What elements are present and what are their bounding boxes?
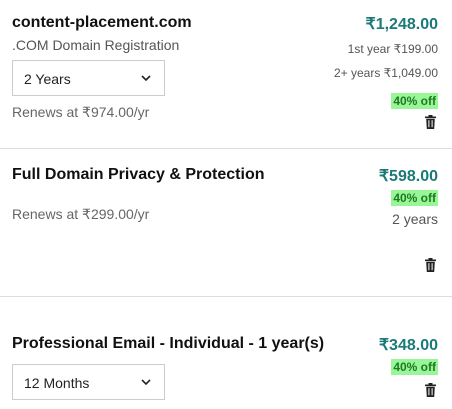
trash-icon[interactable]: [425, 115, 436, 129]
trash-icon[interactable]: [425, 258, 436, 272]
item-term: 2 years: [392, 211, 438, 227]
first-year-price: 1st year ₹199.00: [347, 42, 438, 56]
term-select[interactable]: 12 Months: [12, 364, 165, 400]
discount-badge: 40% off: [391, 359, 438, 375]
chevron-down-icon: [141, 75, 151, 82]
term-select-value: 12 Months: [24, 375, 90, 391]
item-title: content-placement.com: [12, 14, 192, 31]
cart-item-email: Professional Email - Individual - 1 year…: [0, 297, 452, 409]
renewal-price: Renews at ₹299.00/yr: [12, 206, 150, 222]
renewal-price: Renews at ₹974.00/yr: [12, 104, 150, 120]
cart-item-privacy: Full Domain Privacy & Protection Renews …: [0, 149, 452, 296]
item-title: Professional Email - Individual - 1 year…: [12, 335, 325, 352]
later-years-price: 2+ years ₹1,049.00: [333, 66, 438, 80]
trash-icon[interactable]: [425, 383, 436, 397]
discount-badge: 40% off: [391, 93, 438, 109]
cart-item-domain: content-placement.com .COM Domain Regist…: [0, 0, 452, 148]
item-price: ₹348.00: [378, 337, 438, 354]
term-select-value: 2 Years: [24, 71, 71, 87]
item-title: Full Domain Privacy & Protection: [12, 166, 265, 183]
discount-badge: 40% off: [391, 190, 438, 206]
term-select[interactable]: 2 Years: [12, 60, 165, 96]
item-subtitle: .COM Domain Registration: [12, 37, 180, 53]
item-price: ₹598.00: [378, 168, 438, 185]
chevron-down-icon: [141, 379, 151, 386]
item-price: ₹1,248.00: [365, 16, 438, 33]
